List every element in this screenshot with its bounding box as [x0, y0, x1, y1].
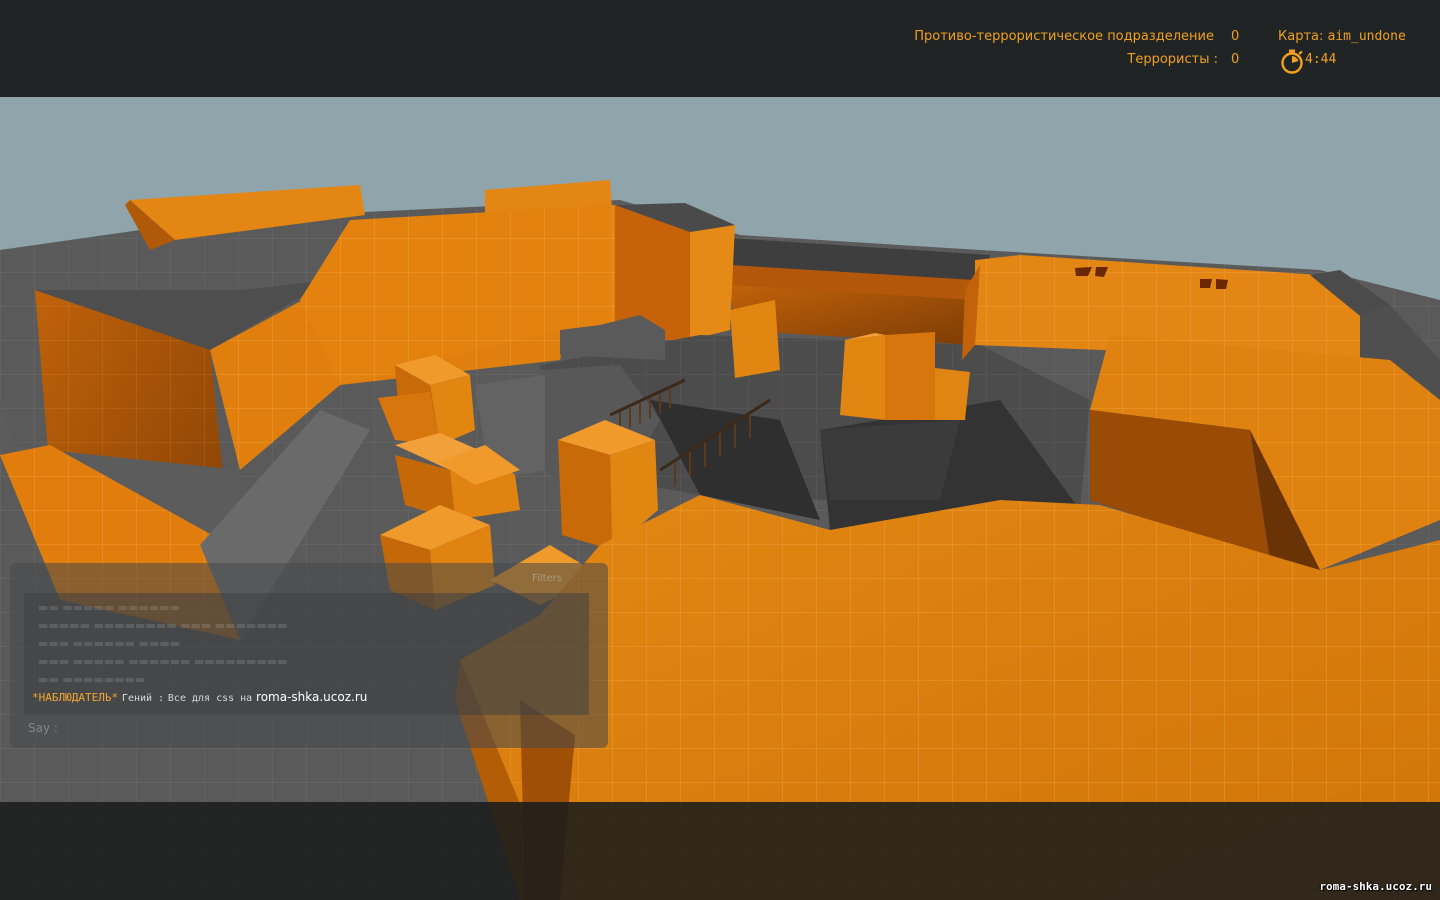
chat-message-text: Все для css на [167, 693, 253, 704]
chat-filters-button[interactable]: Filters [532, 573, 562, 584]
t-team-score: 0 [1231, 52, 1240, 67]
hud-top-bar [0, 0, 1440, 97]
game-viewport [0, 0, 1440, 900]
chat-faded-line: ▬▬▬ ▬▬▬▬▬ ▬▬▬▬▬▬ ▬▬▬▬▬▬▬▬▬ [38, 655, 288, 668]
watermark: roma-shka.ucoz.ru [1319, 880, 1432, 893]
chat-faded-line: ▬▬ ▬▬▬▬▬ ▬▬▬▬▬▬ [38, 601, 181, 614]
chat-message-author: Гений : [121, 693, 165, 704]
chat-faded-line: ▬▬ ▬▬▬▬▬▬▬▬ [38, 673, 146, 686]
chat-message-tag: *НАБЛЮДАТЕЛЬ* [32, 691, 119, 704]
chat-faded-line: ▬▬▬ ▬▬▬▬▬▬ ▬▬▬▬ [38, 637, 181, 650]
chat-message: *НАБЛЮДАТЕЛЬ* Гений : Все для css на rom… [32, 690, 367, 704]
round-time: 4:44 [1305, 52, 1337, 67]
chat-panel[interactable]: Filters ▬▬ ▬▬▬▬▬ ▬▬▬▬▬▬ ▬▬▬▬▬ ▬▬▬▬▬▬▬▬ ▬… [10, 563, 608, 748]
map-label: Карта: [1278, 29, 1324, 44]
ct-team-label: Противо-террористическое подразделение [914, 29, 1214, 44]
chat-message-link: roma-shka.ucoz.ru [256, 690, 368, 704]
hud-bottom-bar [0, 802, 1440, 900]
stopwatch-icon [1281, 49, 1303, 74]
chat-faded-line: ▬▬▬▬▬ ▬▬▬▬▬▬▬▬ ▬▬▬ ▬▬▬▬▬▬▬ [38, 619, 288, 632]
round-timer: 4:44 [1278, 48, 1398, 74]
chat-say-input[interactable]: Say : [28, 721, 58, 735]
map-info: Карта: aim_undone [1278, 29, 1406, 44]
map-name: aim_undone [1327, 29, 1406, 44]
ct-team-score: 0 [1231, 29, 1240, 44]
t-team-label: Террористы : [1127, 52, 1218, 67]
